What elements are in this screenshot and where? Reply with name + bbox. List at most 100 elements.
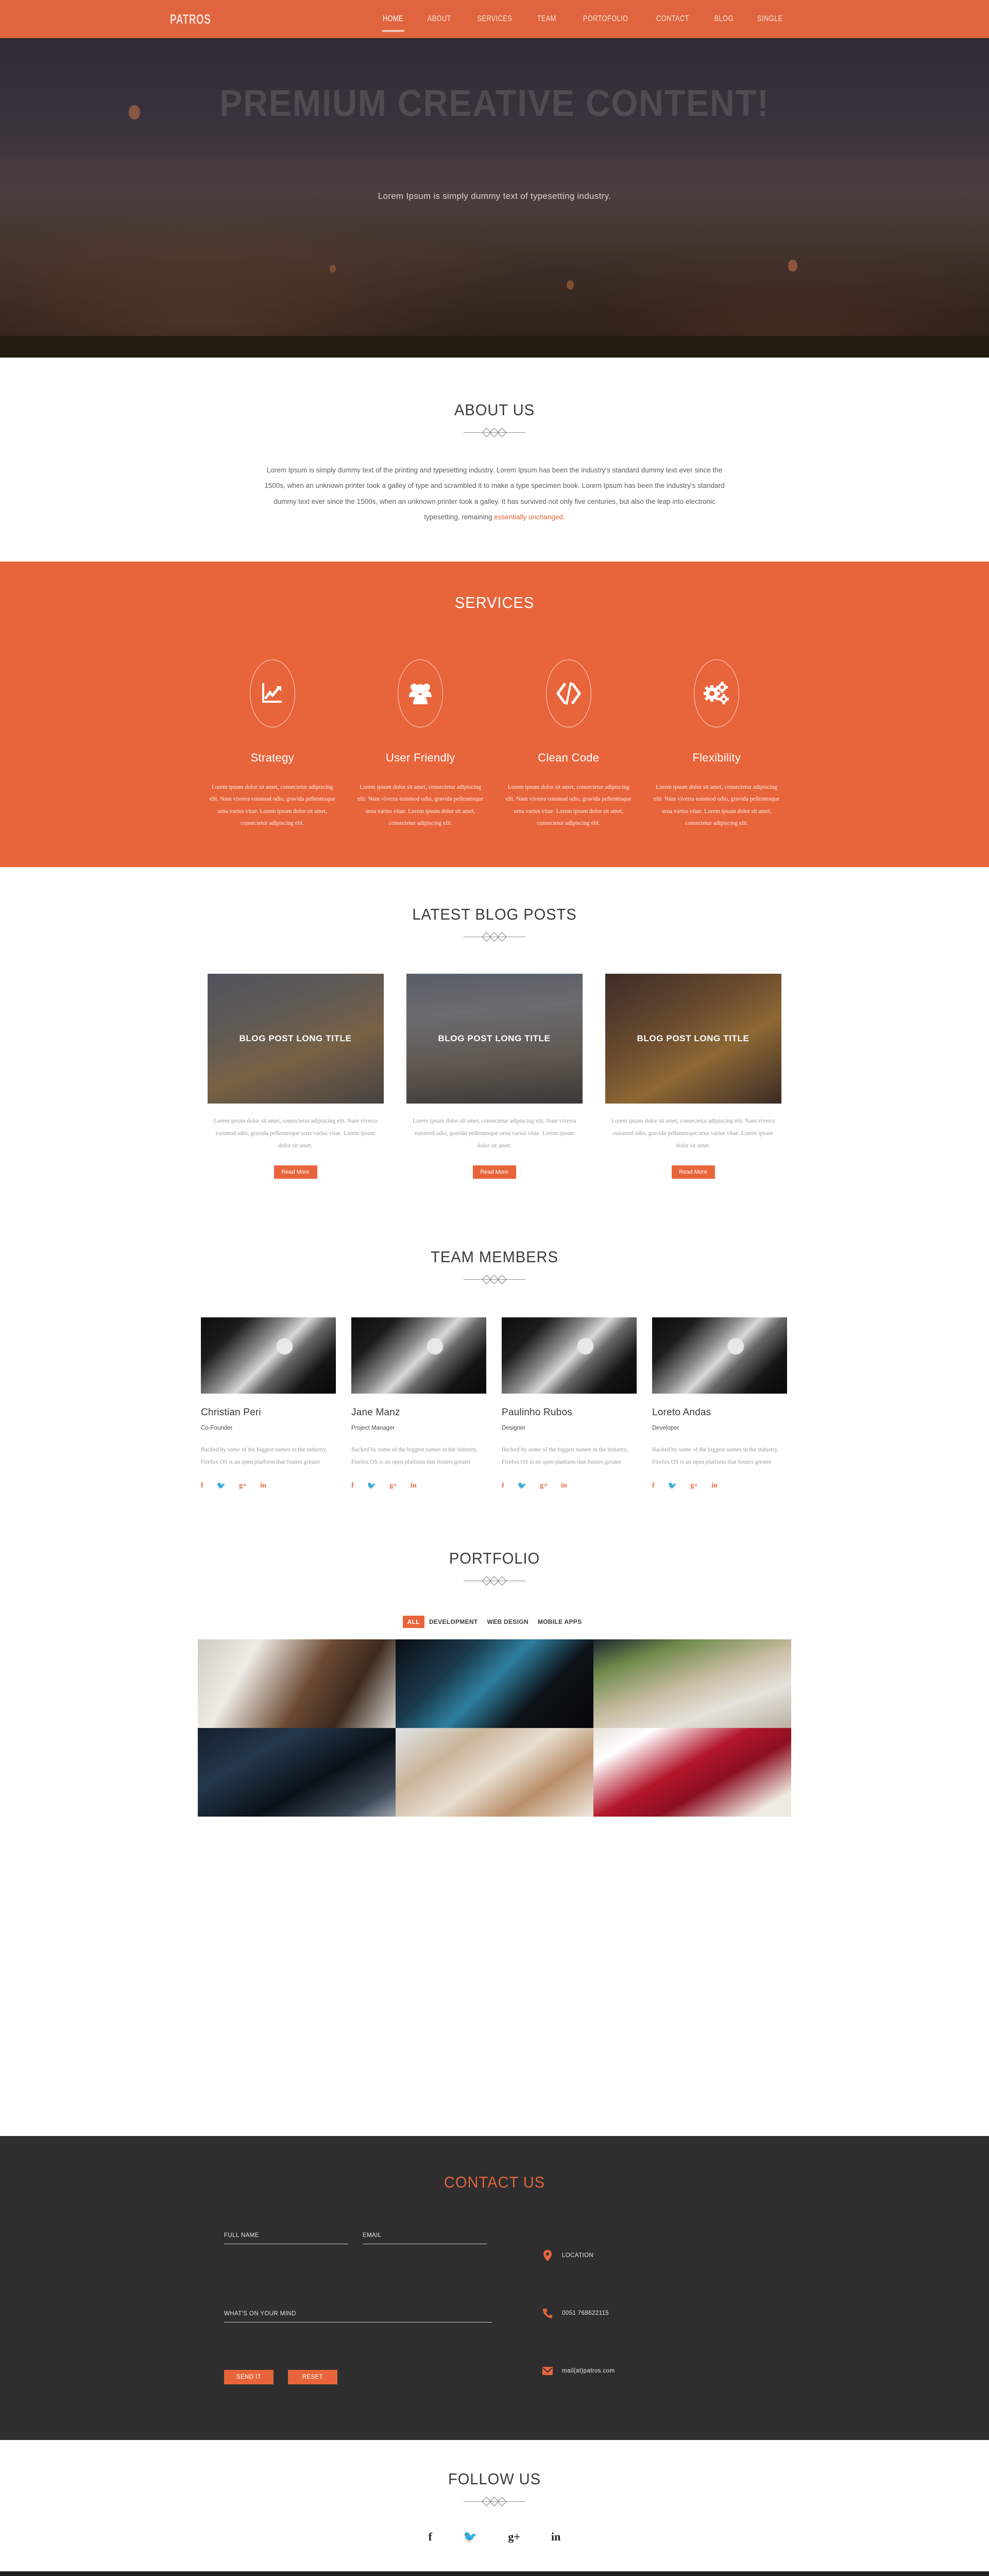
filter-all[interactable]: ALL bbox=[402, 1616, 424, 1629]
service-name: Flexibility bbox=[692, 751, 741, 764]
linkedin-icon[interactable]: in bbox=[260, 1482, 266, 1490]
linkedin-icon[interactable]: in bbox=[711, 1482, 718, 1490]
blog-post-title: BLOG POST LONG TITLE bbox=[239, 1033, 352, 1043]
google-plus-icon[interactable]: g+ bbox=[508, 2530, 520, 2544]
facebook-icon[interactable]: f bbox=[429, 2530, 432, 2544]
ornament-divider bbox=[464, 1575, 525, 1587]
linkedin-icon[interactable]: in bbox=[551, 2530, 560, 2544]
balloon-decoration bbox=[788, 260, 797, 272]
avatar bbox=[351, 1317, 486, 1394]
nav-item-home[interactable]: HOME bbox=[381, 14, 405, 32]
portfolio-item[interactable] bbox=[396, 1639, 593, 1728]
follow-social-links: f 🐦 g+ in bbox=[0, 2530, 989, 2544]
service-card[interactable]: User Friendly Lorem ipsum dolor sit amet… bbox=[347, 659, 495, 830]
nav-item-single[interactable]: SINGLE bbox=[756, 14, 785, 24]
service-card[interactable]: Clean Code Lorem ipsum dolor sit amet, c… bbox=[494, 659, 643, 830]
map-pin-icon bbox=[533, 2250, 562, 2262]
team-member-card[interactable]: Jane Manz Project Manager Backed by some… bbox=[351, 1317, 486, 1490]
team-member-card[interactable]: Christian Peri Co-Founder Backed by some… bbox=[201, 1317, 336, 1490]
filter-mobile-apps[interactable]: MOBILE APPS bbox=[533, 1616, 587, 1628]
twitter-icon[interactable]: 🐦 bbox=[668, 1482, 677, 1490]
google-plus-icon[interactable]: g+ bbox=[690, 1482, 698, 1490]
twitter-icon[interactable]: 🐦 bbox=[518, 1482, 526, 1490]
team-member-role: Developer bbox=[652, 1425, 679, 1432]
twitter-icon[interactable]: 🐦 bbox=[367, 1482, 376, 1490]
service-name: User Friendly bbox=[385, 751, 455, 764]
portfolio-item[interactable] bbox=[198, 1639, 396, 1728]
nav-item-services[interactable]: SERVICES bbox=[475, 14, 514, 24]
facebook-icon[interactable]: f bbox=[351, 1482, 354, 1490]
facebook-icon[interactable]: f bbox=[201, 1482, 203, 1490]
filter-web-design[interactable]: WEB DESIGN bbox=[483, 1616, 533, 1628]
code-brackets-icon bbox=[556, 681, 581, 706]
linkedin-icon[interactable]: in bbox=[411, 1482, 417, 1490]
facebook-icon[interactable]: f bbox=[652, 1482, 655, 1490]
read-more-button[interactable]: Read More bbox=[472, 1165, 516, 1179]
portfolio-item[interactable] bbox=[593, 1639, 791, 1728]
nav-item-blog[interactable]: BLOG bbox=[712, 14, 735, 24]
phone-icon bbox=[533, 2308, 562, 2318]
send-it-button[interactable]: SEND IT bbox=[224, 2370, 274, 2385]
blog-post-thumbnail[interactable]: BLOG POST LONG TITLE bbox=[605, 973, 781, 1104]
service-name: Clean Code bbox=[538, 751, 600, 764]
portfolio-grid bbox=[198, 1639, 791, 1817]
chart-growth-icon bbox=[261, 682, 284, 705]
copyright-bar: Copyright © 2016.Company name All rights… bbox=[0, 2571, 989, 2576]
blog-post-card[interactable]: BLOG POST LONG TITLE Lorem ipsum dolor s… bbox=[406, 973, 583, 1179]
service-description: Lorem ipsum dolor sit amet, consectetur … bbox=[654, 784, 780, 827]
read-more-button[interactable]: Read More bbox=[671, 1165, 715, 1179]
contact-location-text: LOCATION bbox=[562, 2252, 594, 2259]
follow-section: FOLLOW US f 🐦 g+ in bbox=[0, 2440, 989, 2572]
full-name-input[interactable] bbox=[224, 2227, 348, 2245]
users-group-icon bbox=[408, 682, 433, 705]
google-plus-icon[interactable]: g+ bbox=[540, 1482, 548, 1490]
envelope-icon bbox=[533, 2367, 562, 2376]
portfolio-item[interactable] bbox=[593, 1728, 791, 1817]
google-plus-icon[interactable]: g+ bbox=[389, 1482, 397, 1490]
services-title: SERVICES bbox=[454, 593, 535, 612]
avatar bbox=[652, 1317, 787, 1394]
service-card[interactable]: Strategy Lorem ipsum dolor sit amet, con… bbox=[198, 659, 347, 830]
nav-item-portofolio[interactable]: PORTOFOLIO bbox=[581, 14, 629, 24]
service-icon-frame bbox=[694, 659, 740, 727]
reset-button[interactable]: RESET bbox=[288, 2370, 337, 2385]
email-input[interactable] bbox=[363, 2227, 487, 2245]
message-input[interactable] bbox=[224, 2305, 492, 2323]
blog-post-card[interactable]: BLOG POST LONG TITLE Lorem ipsum dolor s… bbox=[207, 973, 384, 1179]
brand-logo[interactable]: PATROS bbox=[170, 11, 244, 27]
team-member-role: Co-Founder bbox=[201, 1425, 233, 1432]
team-member-role: Project Manager bbox=[351, 1425, 395, 1432]
facebook-icon[interactable]: f bbox=[502, 1482, 504, 1490]
portfolio-item[interactable] bbox=[396, 1728, 593, 1817]
gears-cogs-icon bbox=[704, 681, 729, 706]
nav-item-contact[interactable]: CONTACT bbox=[655, 14, 691, 24]
filter-development[interactable]: DEVELOPMENT bbox=[424, 1616, 483, 1628]
blog-post-card[interactable]: BLOG POST LONG TITLE Lorem ipsum dolor s… bbox=[605, 973, 781, 1179]
portfolio-item[interactable] bbox=[198, 1728, 396, 1817]
twitter-icon[interactable]: 🐦 bbox=[463, 2530, 477, 2544]
google-plus-icon[interactable]: g+ bbox=[239, 1482, 247, 1490]
nav-item-team[interactable]: TEAM bbox=[536, 14, 558, 24]
team-member-card[interactable]: Paulinho Rubos Designer Backed by some o… bbox=[502, 1317, 637, 1490]
team-social-links: f 🐦 g+ in bbox=[351, 1482, 486, 1490]
team-social-links: f 🐦 g+ in bbox=[502, 1482, 637, 1490]
portfolio-title: PORTFOLIO bbox=[449, 1549, 540, 1568]
blog-post-excerpt: Lorem ipsum dolor sit amet, consectetur … bbox=[412, 1117, 576, 1149]
balloon-decoration bbox=[567, 280, 574, 290]
service-card[interactable]: Flexibility Lorem ipsum dolor sit amet, … bbox=[643, 659, 791, 830]
contact-form: SEND IT RESET bbox=[198, 2227, 492, 2400]
team-member-card[interactable]: Loreto Andas Developer Backed by some of… bbox=[652, 1317, 787, 1490]
nav-item-about[interactable]: ABOUT bbox=[426, 14, 453, 24]
site-header: PATROS HOME ABOUT SERVICES TEAM PORTOFOL… bbox=[0, 0, 989, 38]
blog-post-title: BLOG POST LONG TITLE bbox=[637, 1033, 749, 1043]
blog-post-excerpt: Lorem ipsum dolor sit amet, consectetur … bbox=[213, 1117, 378, 1149]
hero-subtitle: Lorem Ipsum is simply dummy text of type… bbox=[378, 191, 611, 201]
about-highlight-text: essentially unchanged. bbox=[494, 513, 565, 521]
team-member-name: Loreto Andas bbox=[652, 1407, 711, 1418]
linkedin-icon[interactable]: in bbox=[561, 1482, 567, 1490]
blog-post-thumbnail[interactable]: BLOG POST LONG TITLE bbox=[207, 973, 384, 1104]
twitter-icon[interactable]: 🐦 bbox=[217, 1482, 226, 1490]
blog-post-thumbnail[interactable]: BLOG POST LONG TITLE bbox=[406, 973, 583, 1104]
read-more-button[interactable]: Read More bbox=[274, 1165, 317, 1179]
contact-section: CONTACT US SEND IT RESET LOCATION bbox=[0, 2136, 989, 2441]
